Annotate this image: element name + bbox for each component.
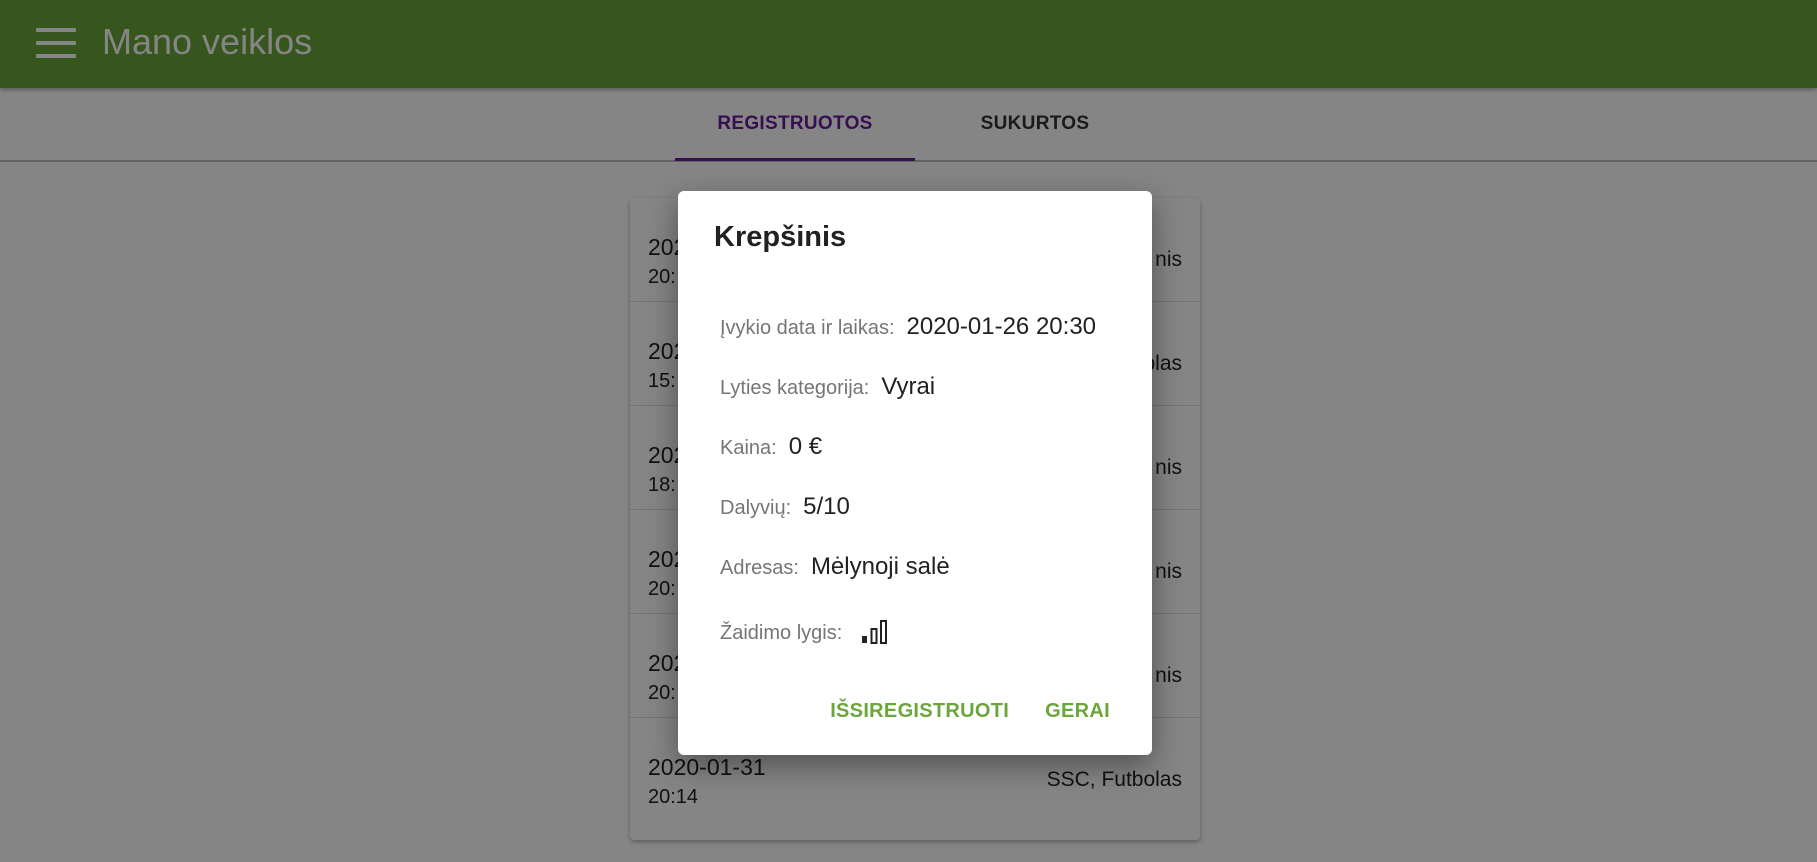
participants-value: 5/10: [803, 493, 850, 520]
dialog-actions: IŠSIREGISTRUOTI GERAI: [816, 690, 1124, 733]
level-field: Žaidimo lygis:: [720, 613, 890, 645]
address-field: Adresas: Mėlynoji salė: [720, 553, 950, 581]
address-value: Mėlynoji salė: [810, 553, 950, 580]
signal-level-icon: [860, 619, 890, 650]
level-label: Žaidimo lygis:: [720, 622, 843, 644]
gender-value: Vyrai: [881, 373, 936, 400]
price-value: 0 €: [788, 433, 823, 460]
price-field: Kaina: 0 €: [720, 433, 822, 461]
datetime-label: Įvykio data ir laikas:: [720, 317, 895, 339]
event-dialog: Krepšinis Įvykio data ir laikas: 2020-01…: [678, 191, 1152, 755]
datetime-value: 2020-01-26 20:30: [906, 313, 1097, 340]
dialog-title: Krepšinis: [714, 221, 847, 253]
gender-field: Lyties kategorija: Vyrai: [720, 373, 935, 401]
datetime-field: Įvykio data ir laikas: 2020-01-26 20:30: [720, 313, 1096, 341]
participants-field: Dalyvių: 5/10: [720, 493, 850, 521]
gender-label: Lyties kategorija:: [720, 377, 870, 399]
price-label: Kaina:: [720, 437, 777, 459]
ok-button[interactable]: GERAI: [1031, 690, 1124, 733]
unregister-button[interactable]: IŠSIREGISTRUOTI: [816, 690, 1023, 733]
participants-label: Dalyvių:: [720, 497, 792, 519]
address-label: Adresas:: [720, 557, 799, 579]
